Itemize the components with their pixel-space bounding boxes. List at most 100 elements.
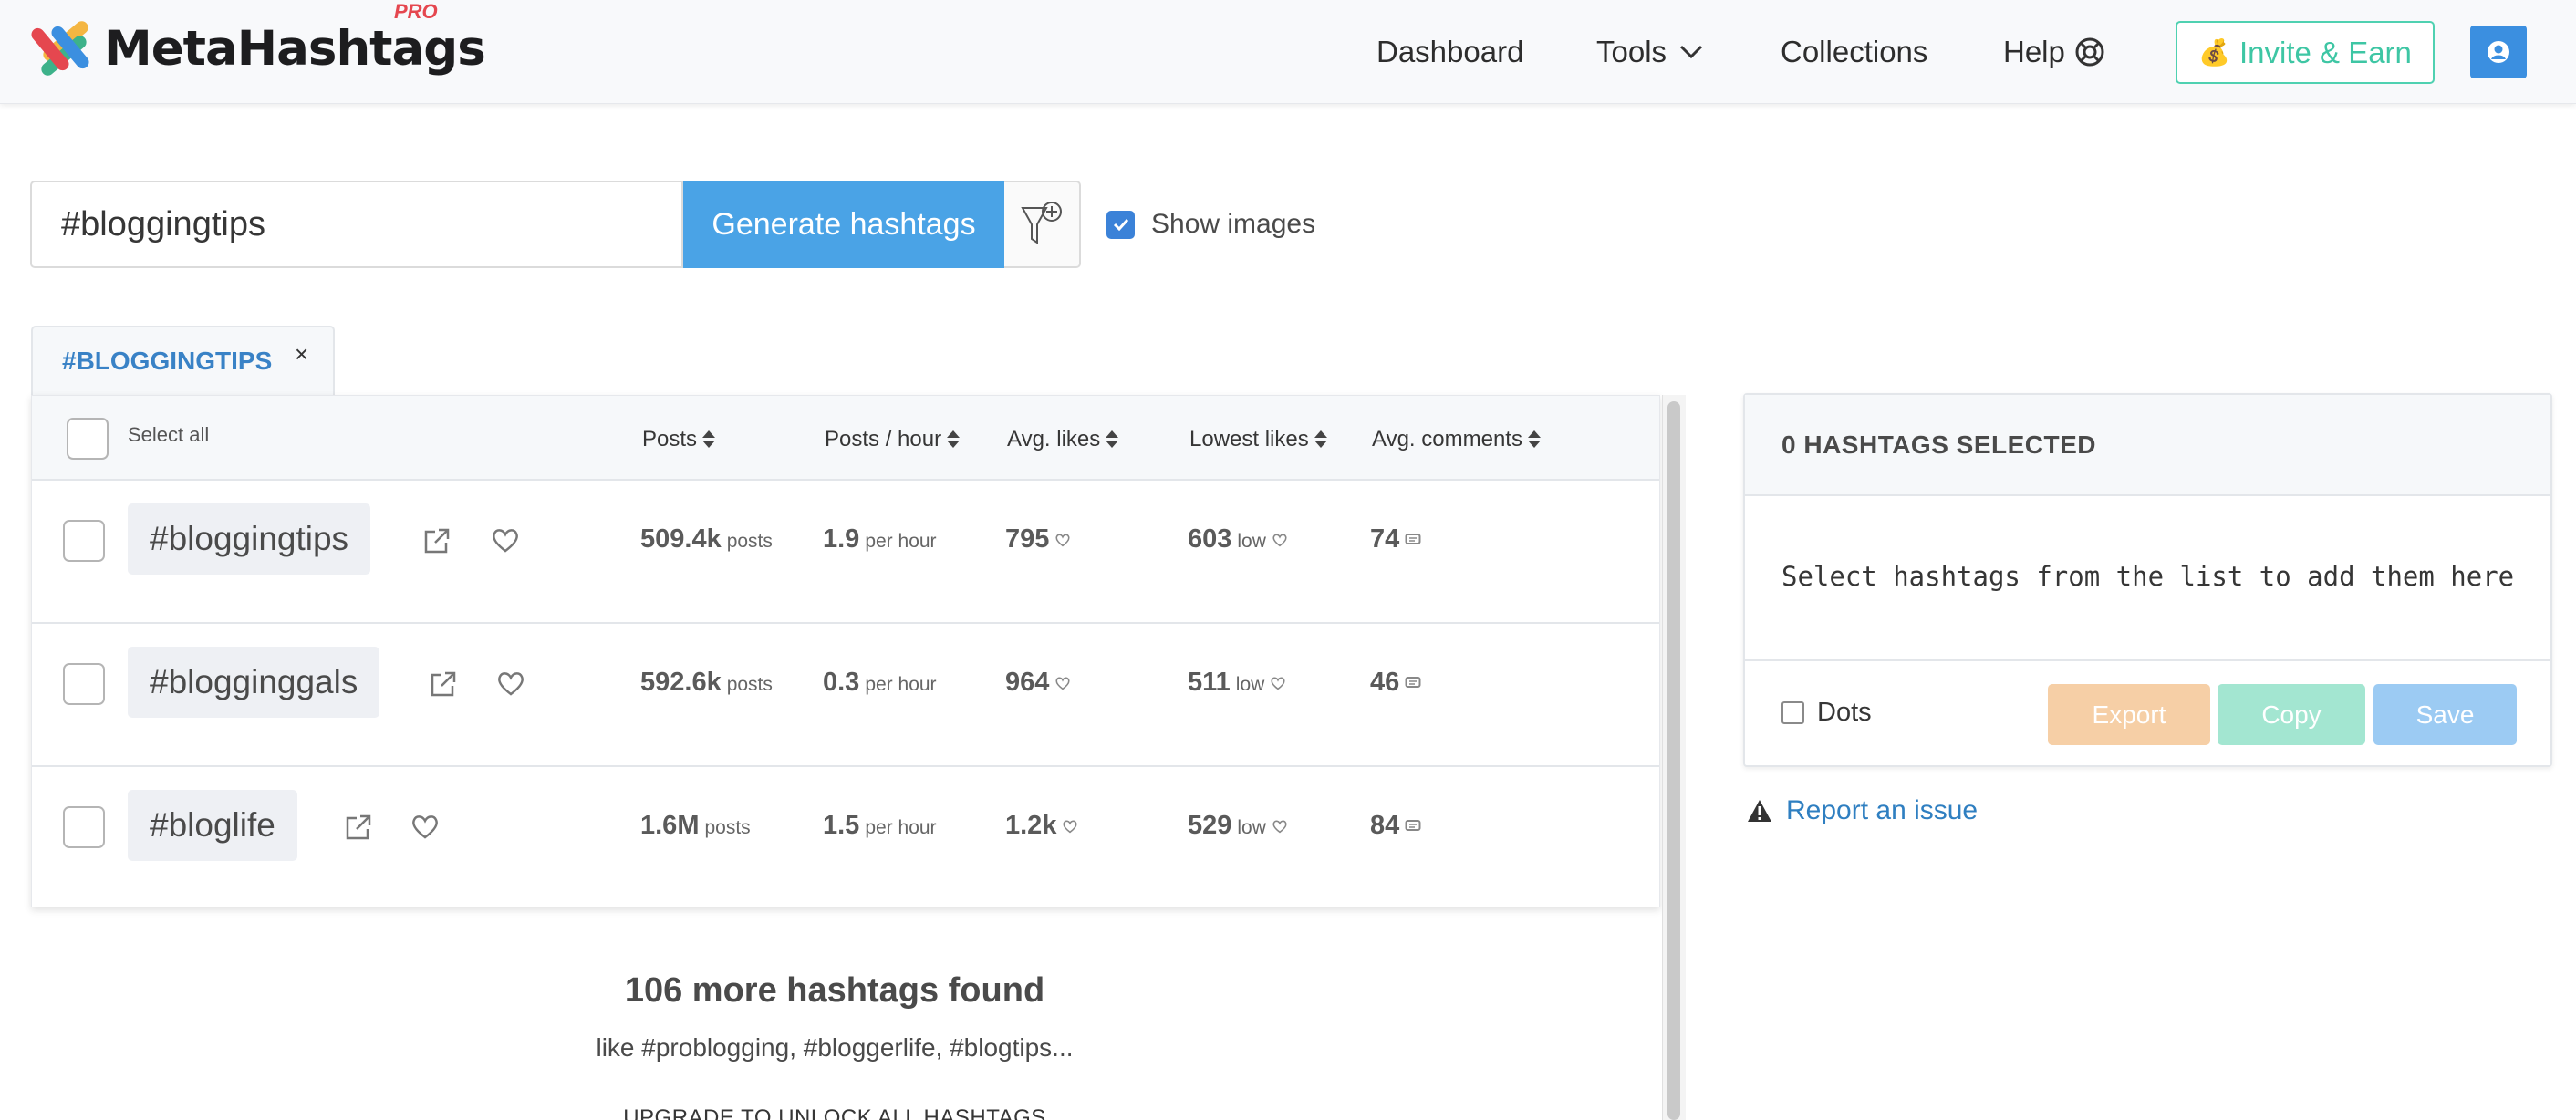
report-issue-link[interactable]: Report an issue bbox=[1746, 795, 1978, 826]
row-checkbox[interactable] bbox=[63, 806, 105, 848]
comment-icon bbox=[1405, 677, 1421, 689]
column-avg-likes-label: Avg. likes bbox=[1007, 427, 1101, 451]
sort-icon bbox=[947, 430, 961, 450]
money-bag-icon: 💰 bbox=[2198, 38, 2230, 67]
column-posts-hour-label: Posts / hour bbox=[825, 427, 942, 451]
posts-cell: 509.4k posts bbox=[640, 524, 773, 555]
nav-tools[interactable]: Tools bbox=[1596, 0, 1703, 104]
posts-cell: 592.6k posts bbox=[640, 668, 773, 698]
posts-value: 509.4k bbox=[640, 524, 722, 554]
nav-collections-label: Collections bbox=[1781, 35, 1928, 68]
heart-icon bbox=[1055, 534, 1070, 547]
column-posts[interactable]: Posts bbox=[642, 427, 716, 452]
row-checkbox[interactable] bbox=[63, 520, 105, 562]
lowest-likes-cell: 603 low bbox=[1188, 524, 1288, 555]
external-link-icon[interactable] bbox=[429, 669, 458, 699]
upgrade-link[interactable]: UPGRADE TO UNLOCK ALL HASHTAGS bbox=[31, 1105, 1638, 1120]
heart-icon[interactable] bbox=[496, 669, 525, 697]
brand-logo[interactable]: MetaHashtags bbox=[31, 16, 486, 80]
select-all-label: Select all bbox=[128, 423, 210, 446]
dots-toggle[interactable]: Dots bbox=[1781, 698, 1872, 728]
filter-add-icon bbox=[1021, 202, 1062, 244]
per-hour-value: 0.3 bbox=[823, 668, 860, 697]
column-lowest-likes[interactable]: Lowest likes bbox=[1189, 427, 1327, 452]
scrollbar-thumb[interactable] bbox=[1667, 401, 1680, 1120]
nav-tools-label: Tools bbox=[1596, 35, 1667, 68]
table-row: #blogginggals 592.6k posts 0.3 per hour 96… bbox=[32, 624, 1659, 767]
show-images-checkbox[interactable] bbox=[1106, 210, 1135, 239]
filter-button[interactable] bbox=[1004, 181, 1081, 268]
more-hashtags-examples: like #problogging, #bloggerlife, #blogti… bbox=[596, 1033, 1074, 1062]
posts-value: 592.6k bbox=[640, 668, 722, 697]
posts-unit: posts bbox=[726, 674, 773, 695]
external-link-icon[interactable] bbox=[344, 813, 373, 842]
panel-footer: Dots Export Copy Save bbox=[1745, 659, 2550, 767]
chevron-down-icon bbox=[1679, 45, 1703, 59]
avg-likes-value: 964 bbox=[1005, 668, 1050, 697]
heart-icon bbox=[1063, 820, 1078, 834]
sort-icon bbox=[1314, 430, 1327, 450]
avg-likes-value: 795 bbox=[1005, 524, 1050, 554]
per-hour-cell: 0.3 per hour bbox=[823, 668, 937, 698]
per-hour-cell: 1.5 per hour bbox=[823, 811, 937, 841]
avg-comments-value: 46 bbox=[1370, 668, 1400, 697]
sort-icon bbox=[1527, 430, 1541, 450]
close-icon[interactable]: × bbox=[295, 340, 308, 368]
save-button[interactable]: Save bbox=[2373, 684, 2517, 745]
hashtag-pill[interactable]: #bloggingtips bbox=[128, 503, 371, 575]
invite-earn-button[interactable]: 💰 Invite & Earn bbox=[2176, 21, 2435, 84]
heart-icon bbox=[1271, 677, 1285, 690]
avg-comments-cell: 74 bbox=[1370, 524, 1421, 555]
column-posts-label: Posts bbox=[642, 427, 698, 451]
posts-unit: posts bbox=[704, 817, 751, 838]
hashtag-pill[interactable]: #bloglife bbox=[128, 790, 297, 861]
heart-icon[interactable] bbox=[491, 526, 520, 554]
posts-unit: posts bbox=[726, 531, 773, 552]
lowest-unit: low bbox=[1237, 817, 1266, 838]
lowest-likes-value: 529 bbox=[1188, 811, 1232, 840]
table-row: #bloglife 1.6M posts 1.5 per hour 1.2k 529… bbox=[32, 767, 1659, 910]
dots-checkbox[interactable] bbox=[1781, 701, 1804, 724]
export-button[interactable]: Export bbox=[2048, 684, 2210, 745]
table-row: #bloggingtips 509.4k posts 1.9 per hour 79… bbox=[32, 481, 1659, 624]
table-header: Select all Posts Posts / hour Avg. likes… bbox=[32, 396, 1659, 481]
hashtag-search-input[interactable]: #bloggingtips bbox=[30, 181, 683, 268]
external-link-icon[interactable] bbox=[422, 526, 452, 555]
per-hour-unit: per hour bbox=[865, 817, 937, 838]
more-hashtags-title: 106 more hashtags found bbox=[624, 971, 1045, 1010]
column-avg-comments[interactable]: Avg. comments bbox=[1372, 427, 1541, 452]
per-hour-value: 1.5 bbox=[823, 811, 860, 840]
comment-icon bbox=[1405, 534, 1421, 545]
lowest-likes-cell: 511 low bbox=[1188, 668, 1286, 698]
per-hour-cell: 1.9 per hour bbox=[823, 524, 937, 555]
heart-icon[interactable] bbox=[410, 813, 440, 840]
tab-bloggingtips[interactable]: #BLOGGINGTIPS × bbox=[31, 326, 335, 395]
nav-dashboard[interactable]: Dashboard bbox=[1376, 0, 1523, 104]
row-checkbox[interactable] bbox=[63, 663, 105, 705]
generate-hashtags-button[interactable]: Generate hashtags bbox=[683, 181, 1004, 268]
hashtag-pill[interactable]: #blogginggals bbox=[128, 647, 380, 718]
avg-comments-cell: 84 bbox=[1370, 811, 1421, 841]
avg-likes-value: 1.2k bbox=[1005, 811, 1057, 840]
warning-icon bbox=[1748, 800, 1771, 822]
comment-icon bbox=[1405, 820, 1421, 832]
top-navbar: MetaHashtags PRO Dashboard Tools Collect… bbox=[0, 0, 2576, 104]
per-hour-unit: per hour bbox=[865, 674, 937, 695]
copy-button[interactable]: Copy bbox=[2218, 684, 2365, 745]
posts-cell: 1.6M posts bbox=[640, 811, 751, 841]
select-all-checkbox[interactable] bbox=[67, 418, 109, 460]
column-lowest-likes-label: Lowest likes bbox=[1189, 427, 1309, 451]
dots-label: Dots bbox=[1817, 698, 1872, 727]
user-menu-button[interactable] bbox=[2470, 26, 2527, 78]
show-images-toggle[interactable]: Show images bbox=[1106, 209, 1315, 240]
pro-badge: PRO bbox=[394, 0, 438, 23]
brand-name: MetaHashtags bbox=[104, 20, 486, 77]
column-posts-hour[interactable]: Posts / hour bbox=[825, 427, 961, 452]
nav-help[interactable]: Help bbox=[2003, 0, 2105, 104]
nav-collections[interactable]: Collections bbox=[1781, 0, 1927, 104]
avg-likes-cell: 964 bbox=[1005, 668, 1071, 698]
avg-likes-cell: 795 bbox=[1005, 524, 1071, 555]
column-avg-likes[interactable]: Avg. likes bbox=[1007, 427, 1119, 452]
show-images-label: Show images bbox=[1151, 209, 1316, 239]
nav-dashboard-label: Dashboard bbox=[1376, 35, 1524, 68]
